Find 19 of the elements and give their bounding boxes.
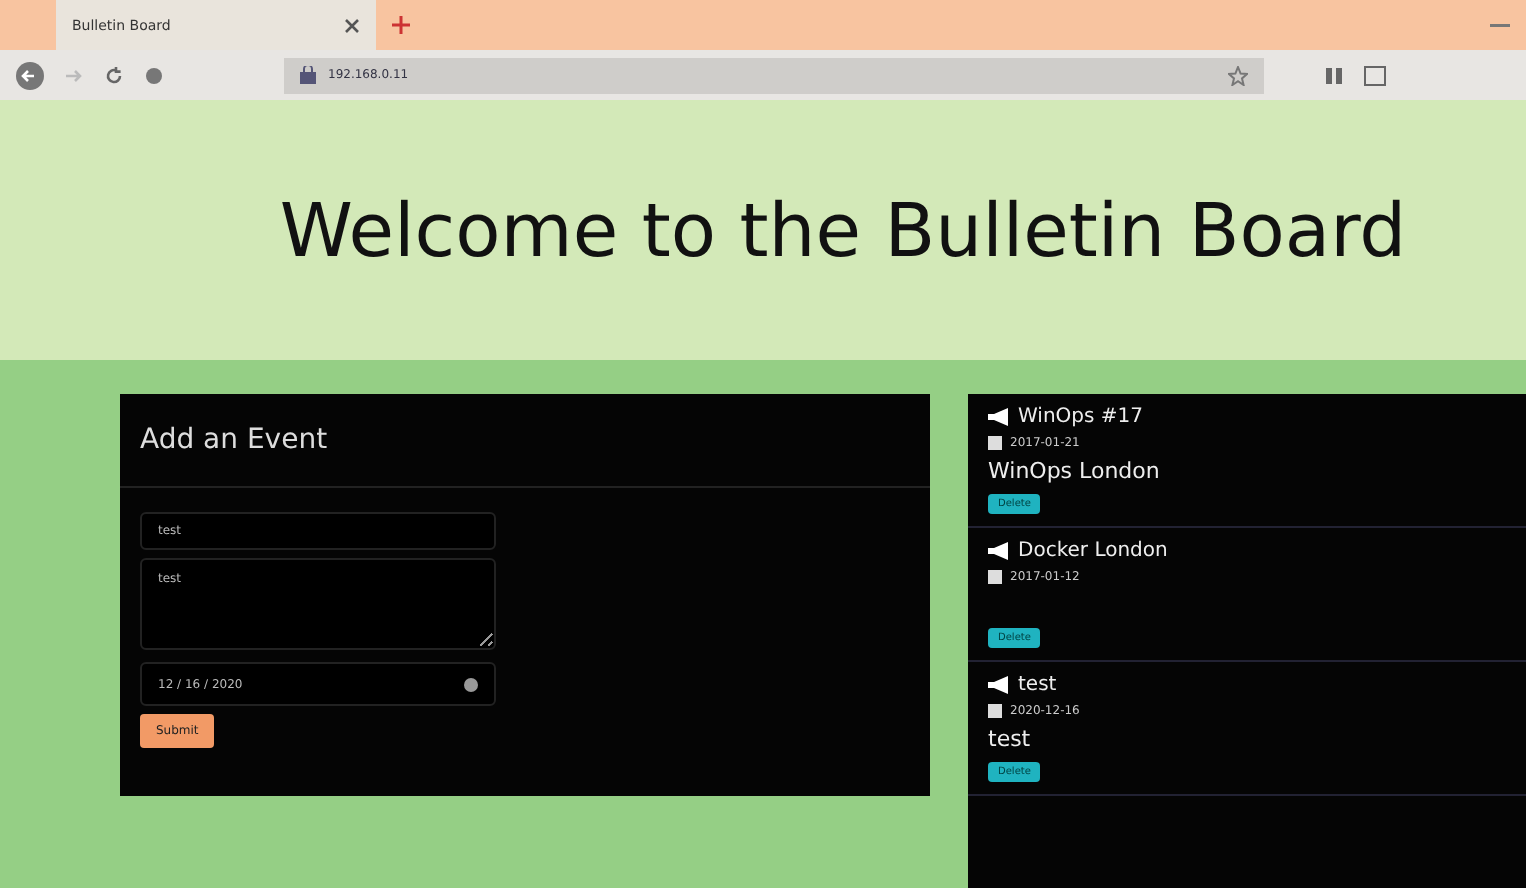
event-title: WinOps #17 <box>1018 406 1143 428</box>
megaphone-icon <box>988 542 1010 560</box>
library-icon[interactable] <box>1324 65 1344 85</box>
minimize-icon[interactable] <box>1490 23 1510 27</box>
event-title: test <box>1018 674 1057 696</box>
event-description: WinOps London <box>988 458 1160 484</box>
new-tab-icon[interactable] <box>392 16 410 34</box>
megaphone-icon <box>988 676 1010 694</box>
reload-icon[interactable] <box>104 65 124 85</box>
lock-icon <box>300 66 316 84</box>
form-title: Add an Event <box>140 424 328 456</box>
event-description: test <box>988 726 1031 752</box>
bookmark-icon[interactable] <box>1228 65 1248 85</box>
event-title: Docker London <box>1018 540 1168 562</box>
megaphone-icon <box>988 408 1010 426</box>
sidebar-icon[interactable] <box>1364 65 1386 85</box>
back-icon[interactable] <box>16 61 44 89</box>
close-icon[interactable] <box>344 17 360 33</box>
page-title: Welcome to the Bulletin Board <box>277 187 1407 273</box>
